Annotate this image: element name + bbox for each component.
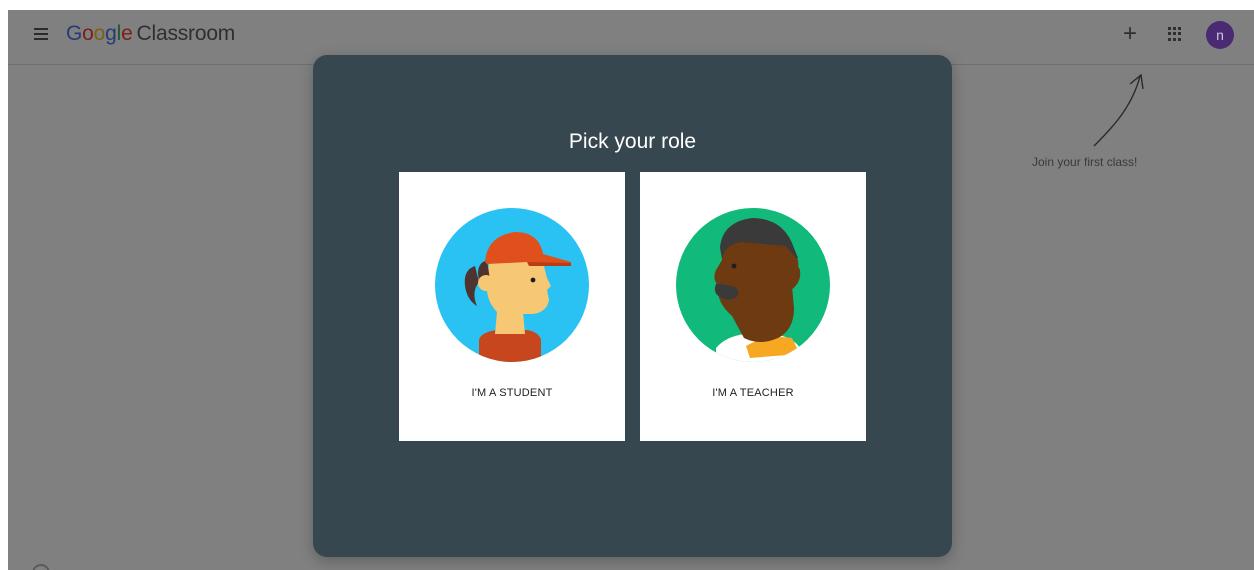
- teacher-role-card[interactable]: I'M A TEACHER: [640, 172, 866, 441]
- student-illustration-icon: [435, 208, 589, 362]
- logo-letter: G: [66, 22, 83, 45]
- apps-grid-icon[interactable]: [1168, 27, 1182, 41]
- logo-letter: o: [93, 22, 106, 45]
- google-classroom-logo[interactable]: Google Classroom: [66, 22, 235, 46]
- dialog-title: Pick your role: [568, 130, 697, 153]
- join-or-create-class-plus-icon[interactable]: +: [1118, 22, 1142, 46]
- student-role-card[interactable]: I'M A STUDENT: [399, 172, 625, 441]
- account-avatar[interactable]: n: [1206, 21, 1234, 49]
- help-icon[interactable]: [32, 564, 50, 570]
- teacher-illustration-icon: [676, 208, 830, 362]
- teacher-role-label: I'M A TEACHER: [712, 387, 794, 399]
- logo-product-name: Classroom: [136, 22, 236, 45]
- logo-letter: e: [121, 22, 133, 45]
- student-role-label: I'M A STUDENT: [471, 387, 553, 399]
- logo-letter: o: [82, 22, 94, 45]
- hint-arrow-icon: [1093, 73, 1144, 147]
- logo-letter: g: [105, 22, 117, 45]
- classroom-page: Google Classroom + n Join your first clas…: [8, 10, 1254, 570]
- pick-role-dialog: Pick your role I'M A STUDENT I'M A TEACH…: [313, 55, 952, 557]
- join-first-class-hint: Join your first class!: [1032, 155, 1138, 169]
- hamburger-menu-icon[interactable]: [34, 28, 48, 40]
